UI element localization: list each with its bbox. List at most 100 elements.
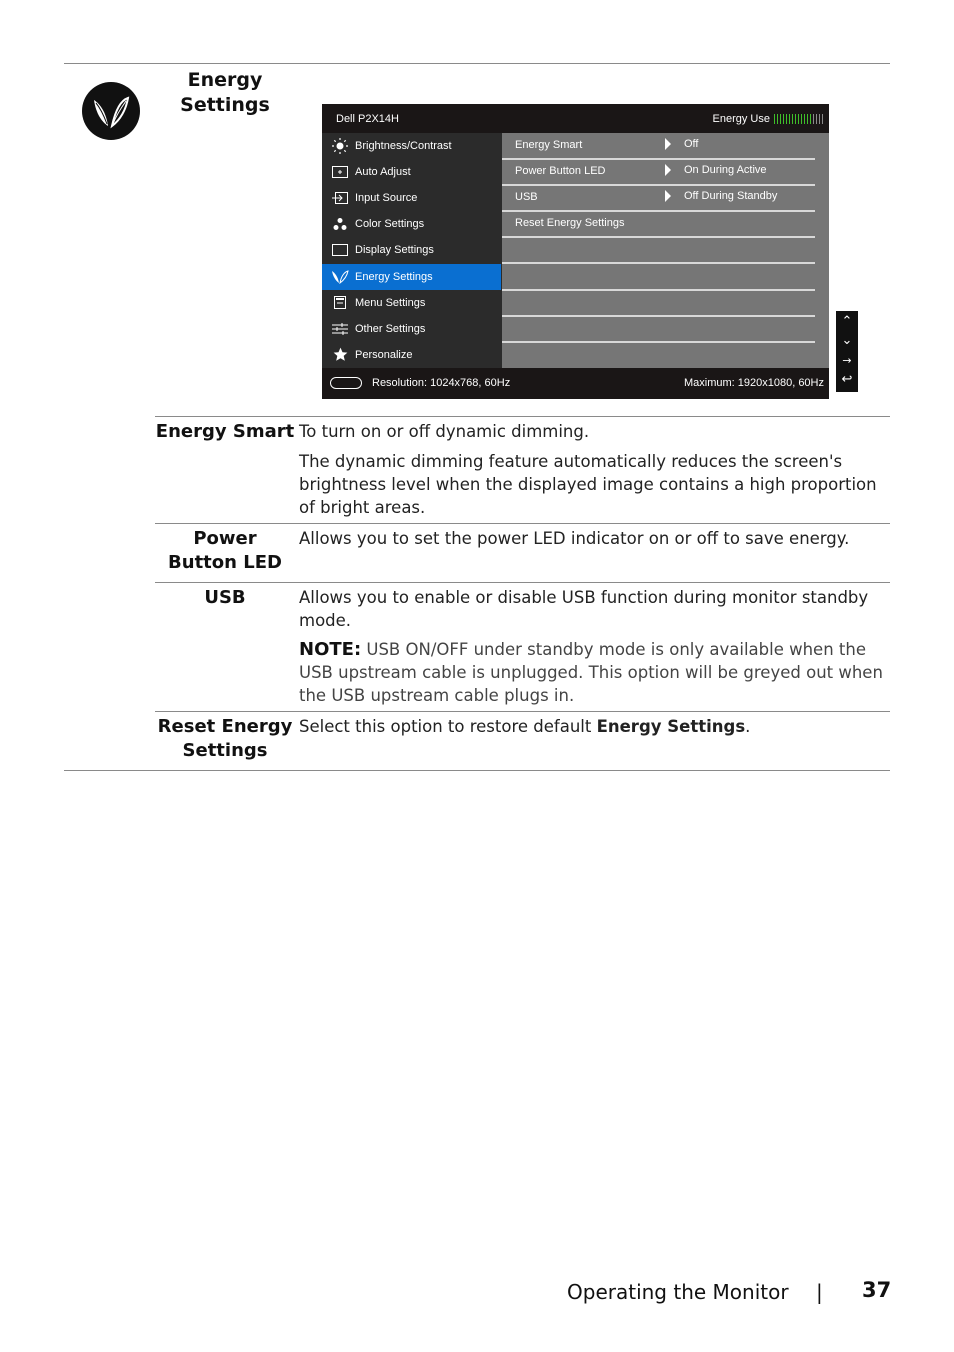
osd-submenu-value: Off During Standby (684, 190, 778, 203)
menu-settings-icon (330, 296, 350, 310)
table-rule (155, 416, 890, 417)
energy-bar-filled (798, 114, 799, 124)
energy-use-label: Energy Use (712, 113, 770, 125)
osd-menu-item-label: Auto Adjust (355, 166, 411, 179)
energy-bar-filled (777, 114, 778, 124)
vga-connector-icon (330, 377, 362, 389)
term-line1: Reset Energy (157, 716, 293, 737)
up-icon[interactable]: ⌃ (836, 312, 858, 331)
note-text: USB ON/OFF under standby mode is only av… (299, 640, 883, 705)
table-rule (155, 711, 890, 712)
osd-menu-item[interactable]: Personalize (322, 342, 501, 368)
arrow-right-icon (665, 138, 671, 150)
term-line1: Power (193, 528, 257, 549)
osd-submenu-value: On During Active (684, 164, 767, 177)
back-icon[interactable]: ↩ (836, 370, 858, 389)
osd-submenu-label: Power Button LED (515, 165, 606, 178)
osd-submenu-empty-row (502, 263, 815, 291)
usb-note: NOTE: USB ON/OFF under standby mode is o… (299, 638, 884, 707)
osd-header: Dell P2X14H Energy Use (322, 104, 829, 133)
bottom-rule (64, 770, 890, 771)
desc-power-button-led-text: Allows you to set the power LED indicato… (299, 529, 850, 548)
color-settings-icon (330, 217, 350, 231)
maximum-resolution: Maximum: 1920x1080, 60Hz (683, 377, 824, 389)
osd-submenu-empty-row (502, 341, 815, 367)
osd-submenu-label: Reset Energy Settings (515, 217, 625, 230)
energy-bar-filled (786, 114, 787, 124)
osd-menu-item-label: Display Settings (355, 244, 434, 257)
osd-submenu-label: Energy Smart (515, 139, 583, 151)
energy-bar-filled (774, 114, 775, 124)
term-reset-energy-settings: Reset Energy Settings (155, 715, 295, 763)
osd-menu-item-label: Personalize (355, 348, 413, 361)
page-number: 37 (862, 1278, 892, 1302)
desc-bold: Energy Settings (596, 717, 746, 736)
footer-separator: | (816, 1280, 823, 1304)
energy-bar-filled (789, 114, 790, 124)
osd-model-name: Dell P2X14H (336, 113, 399, 125)
input-source-icon (330, 192, 350, 205)
osd-menu-item-label: Energy Settings (355, 270, 433, 283)
section-title-line1: Energy (187, 69, 263, 91)
desc-reset-energy-settings: Select this option to restore default En… (299, 715, 884, 738)
osd-menu-item-label: Input Source (355, 192, 418, 205)
osd-submenu-empty-row (502, 289, 815, 317)
term-line2: Settings (182, 740, 268, 761)
other-settings-icon (330, 322, 350, 335)
osd-submenu-empty-row (502, 315, 815, 343)
osd-menu-item[interactable]: Brightness/Contrast (322, 133, 501, 159)
osd-menu-item[interactable]: Input Source (322, 185, 501, 211)
osd-submenu-item[interactable]: Power Button LED On During Active (502, 158, 815, 187)
down-icon[interactable]: ⌄ (836, 331, 858, 350)
energy-bar-filled (780, 114, 781, 124)
osd-submenu-item[interactable]: Energy Smart Off (502, 132, 815, 160)
note-label: NOTE: (299, 639, 362, 660)
desc-energy-smart-line1: To turn on or off dynamic dimming. (299, 422, 590, 441)
osd-menu-item-label: Brightness/Contrast (355, 140, 452, 152)
osd-footer: Resolution: 1024x768, 60Hz Maximum: 1920… (322, 368, 829, 399)
energy-bar-filled (795, 114, 796, 124)
osd-menu-item-label: Menu Settings (355, 296, 426, 309)
enter-icon[interactable]: → (836, 351, 858, 370)
osd-menu-item[interactable]: Auto Adjust (322, 159, 501, 185)
table-rule (155, 582, 890, 583)
arrow-right-icon (665, 190, 671, 203)
chapter-title: Operating the Monitor (567, 1280, 789, 1304)
desc-usb: Allows you to enable or disable USB func… (299, 586, 884, 707)
arrow-right-icon (665, 164, 671, 177)
desc-suffix: . (745, 717, 751, 736)
energy-bar-filled (783, 114, 784, 124)
energy-use-meter: Energy Use (713, 113, 824, 125)
energy-bar-filled (810, 114, 811, 124)
term-usb: USB (204, 587, 246, 608)
table-rule (155, 523, 890, 524)
osd-menu: Dell P2X14H Energy Use Brightness/Contra… (322, 104, 829, 399)
brightness-icon (330, 138, 350, 154)
current-resolution: Resolution: 1024x768, 60Hz (372, 377, 511, 389)
term-energy-smart: Energy Smart (155, 421, 295, 442)
osd-menu-item[interactable]: Color Settings (322, 211, 501, 237)
osd-submenu-value: Off (684, 138, 699, 150)
osd-menu-item[interactable]: Other Settings (322, 316, 501, 342)
energy-use-bars (774, 114, 824, 124)
display-settings-icon (330, 244, 350, 257)
energy-bar-empty (816, 114, 817, 124)
osd-menu-item[interactable]: Energy Settings (322, 263, 501, 290)
osd-submenu-item[interactable]: USB Off During Standby (502, 184, 815, 213)
osd-menu-item[interactable]: Display Settings (322, 237, 501, 263)
desc-energy-smart-line2: The dynamic dimming feature automaticall… (299, 452, 877, 517)
osd-nav-buttons: ⌃ ⌄ → ↩ (836, 311, 858, 392)
section-title-line2: Settings (180, 94, 270, 116)
desc-usb-text: Allows you to enable or disable USB func… (299, 588, 869, 630)
osd-main-menu: Brightness/Contrast Auto Adjust Input Sour… (322, 133, 501, 368)
term-line2: Button LED (168, 552, 282, 573)
osd-menu-item[interactable]: Menu Settings (322, 290, 501, 316)
desc-energy-smart: To turn on or off dynamic dimming. The d… (299, 420, 884, 519)
auto-adjust-icon (330, 166, 350, 179)
energy-leaf-icon (82, 82, 140, 140)
energy-bar-filled (804, 114, 805, 124)
desc-prefix: Select this option to restore default (299, 717, 597, 736)
energy-bar-filled (807, 114, 808, 124)
desc-power-button-led: Allows you to set the power LED indicato… (299, 527, 884, 550)
osd-submenu-item[interactable]: Reset Energy Settings (502, 210, 815, 239)
